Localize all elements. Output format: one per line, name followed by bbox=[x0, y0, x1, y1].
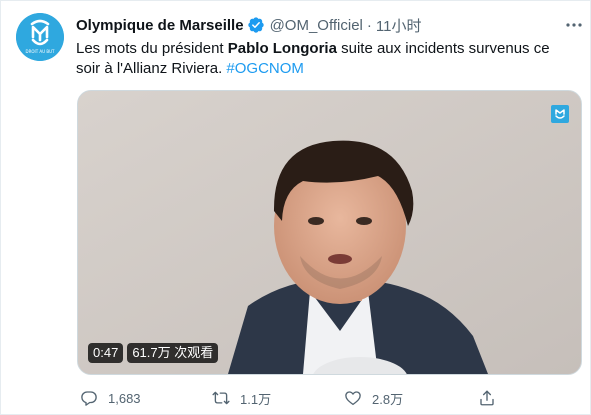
like-count: 2.8万 bbox=[372, 391, 404, 407]
avatar-motto: DROIT AU BUT bbox=[26, 49, 56, 54]
tweet-text-part: Les mots du président bbox=[76, 40, 228, 57]
separator-dot: · bbox=[366, 16, 372, 34]
video-view-count: 61.7万 次观看 bbox=[127, 343, 219, 363]
more-icon bbox=[566, 23, 582, 27]
more-options-button[interactable] bbox=[564, 15, 584, 35]
tweet-header: Olympique de Marseille @OM_Officiel · 11… bbox=[76, 15, 421, 35]
reply-count: 1,683 bbox=[108, 390, 141, 406]
tweet-card[interactable]: DROIT AU BUT Olympique de Marseille @OM_… bbox=[0, 0, 591, 415]
verified-badge-icon bbox=[247, 17, 264, 33]
like-button[interactable]: 2.8万 bbox=[344, 389, 403, 408]
retweet-icon bbox=[212, 391, 230, 405]
timestamp[interactable]: 11小时 bbox=[376, 15, 422, 36]
video-duration: 0:47 bbox=[88, 343, 124, 363]
om-watermark-icon bbox=[551, 105, 569, 123]
share-button[interactable] bbox=[478, 389, 496, 407]
om-logo-icon: DROIT AU BUT bbox=[16, 13, 64, 61]
account-handle[interactable]: @OM_Officiel bbox=[270, 17, 363, 34]
reply-button[interactable]: 1,683 bbox=[80, 389, 141, 407]
reply-icon bbox=[81, 391, 97, 406]
like-icon bbox=[345, 391, 361, 406]
hashtag-link[interactable]: #OGCNOM bbox=[226, 60, 304, 77]
retweet-button[interactable]: 1.1万 bbox=[212, 389, 271, 408]
video-player[interactable]: 0:47 61.7万 次观看 bbox=[77, 90, 582, 375]
action-bar: 1,683 1.1万 2.8万 bbox=[76, 387, 576, 409]
share-icon bbox=[480, 390, 494, 406]
avatar[interactable]: DROIT AU BUT bbox=[16, 13, 64, 61]
tweet-text: Les mots du président Pablo Longoria sui… bbox=[76, 39, 576, 79]
retweet-count: 1.1万 bbox=[240, 391, 272, 407]
tweet-text-bold: Pablo Longoria bbox=[227, 40, 337, 57]
display-name[interactable]: Olympique de Marseille bbox=[76, 17, 244, 34]
video-badges: 0:47 61.7万 次观看 bbox=[88, 342, 219, 364]
video-frame bbox=[78, 91, 581, 374]
